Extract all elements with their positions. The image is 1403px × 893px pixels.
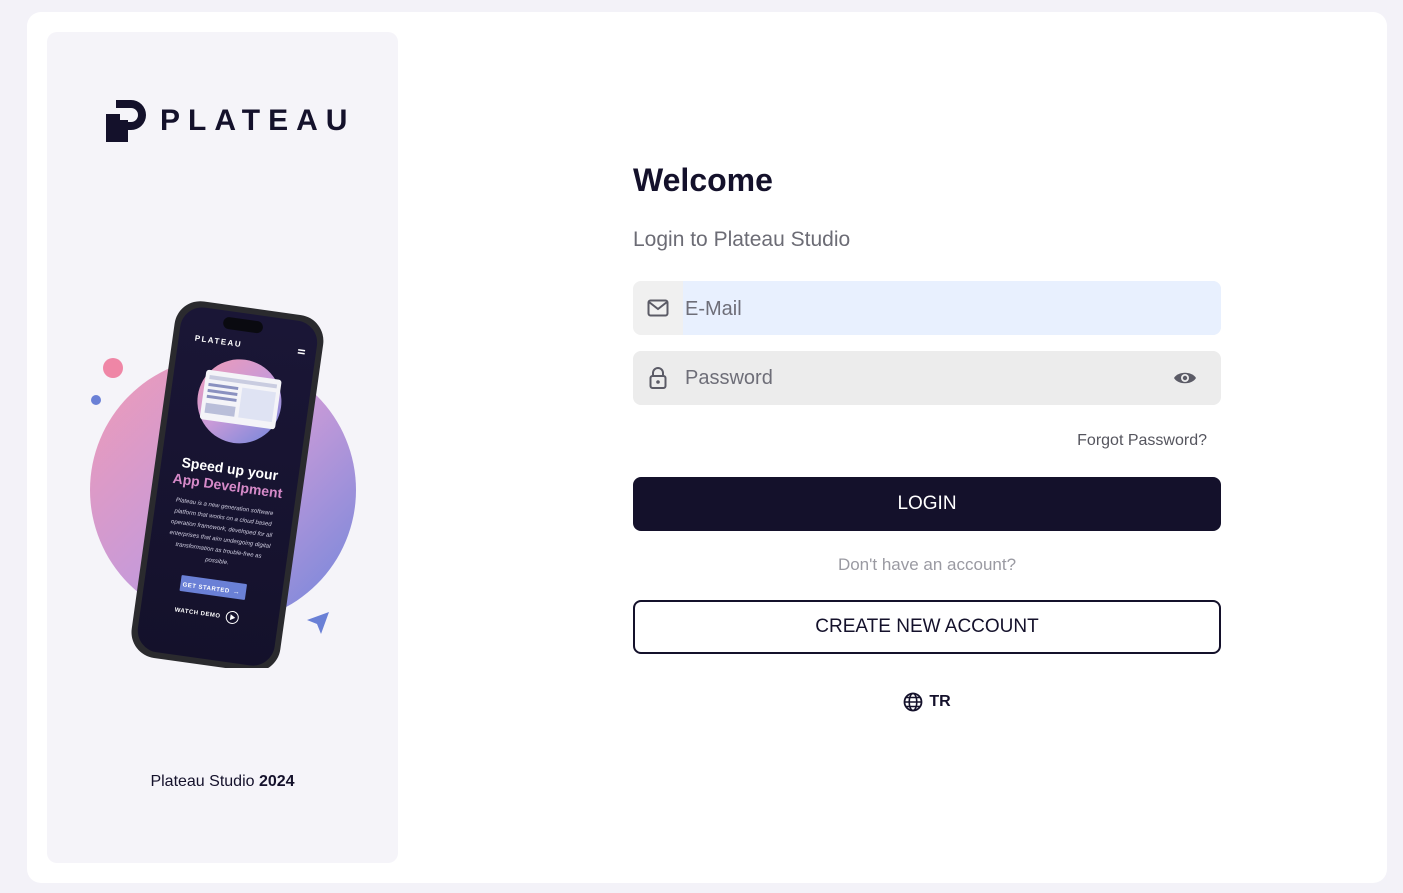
phone-illustration: PLATEAU Speed up your App Develpment Pla… (90, 301, 356, 668)
login-button[interactable]: LOGIN (633, 477, 1221, 531)
brand-name: PLATEAU (160, 104, 356, 137)
lock-icon (633, 367, 683, 389)
plateau-logo-icon (106, 100, 146, 142)
brand-panel: PLATEAU PLATEAU Speed up your App Develp… (47, 32, 398, 863)
paper-plane-icon (307, 612, 329, 634)
email-field[interactable] (633, 281, 1221, 337)
svg-text:→: → (232, 588, 240, 596)
no-account-text: Don't have an account? (837, 555, 1017, 574)
copyright-footer: Plateau Studio 2024 (47, 773, 398, 791)
footer-text: Plateau Studio (150, 773, 255, 790)
eye-icon[interactable] (1149, 370, 1221, 386)
login-subtitle: Login to Plateau Studio (633, 228, 851, 251)
create-account-button[interactable]: CREATE NEW ACCOUNT (633, 600, 1221, 654)
login-form: Welcome Login to Plateau Studio Forgot P… (633, 160, 1221, 712)
decor-dot (103, 358, 123, 378)
globe-icon (903, 692, 923, 712)
welcome-title: Welcome (633, 162, 773, 198)
language-switcher[interactable]: TR (633, 692, 1221, 712)
decor-dot (91, 395, 101, 405)
email-input[interactable] (683, 281, 1221, 337)
password-input[interactable] (683, 350, 1149, 406)
language-code: TR (929, 693, 951, 710)
brand-logo: PLATEAU (106, 100, 355, 142)
password-field[interactable] (633, 350, 1221, 406)
mail-icon (633, 299, 683, 317)
footer-year: 2024 (258, 773, 295, 790)
forgot-password-link[interactable]: Forgot Password? (633, 431, 1207, 451)
